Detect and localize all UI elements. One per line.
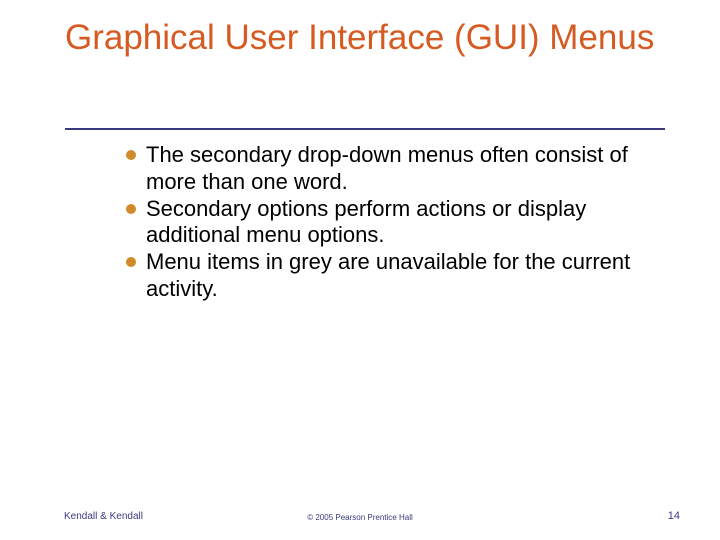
footer-copyright: © 2005 Pearson Prentice Hall: [0, 513, 720, 522]
footer-page-number: 14: [668, 510, 680, 522]
slide: Graphical User Interface (GUI) Menus The…: [0, 0, 720, 540]
bullet-item: The secondary drop-down menus often cons…: [126, 142, 666, 196]
bullet-item: Menu items in grey are unavailable for t…: [126, 249, 666, 303]
title-divider: [65, 128, 665, 130]
bullet-item: Secondary options perform actions or dis…: [126, 196, 666, 250]
slide-title: Graphical User Interface (GUI) Menus: [65, 18, 665, 57]
bullet-list: The secondary drop-down menus often cons…: [126, 142, 666, 303]
